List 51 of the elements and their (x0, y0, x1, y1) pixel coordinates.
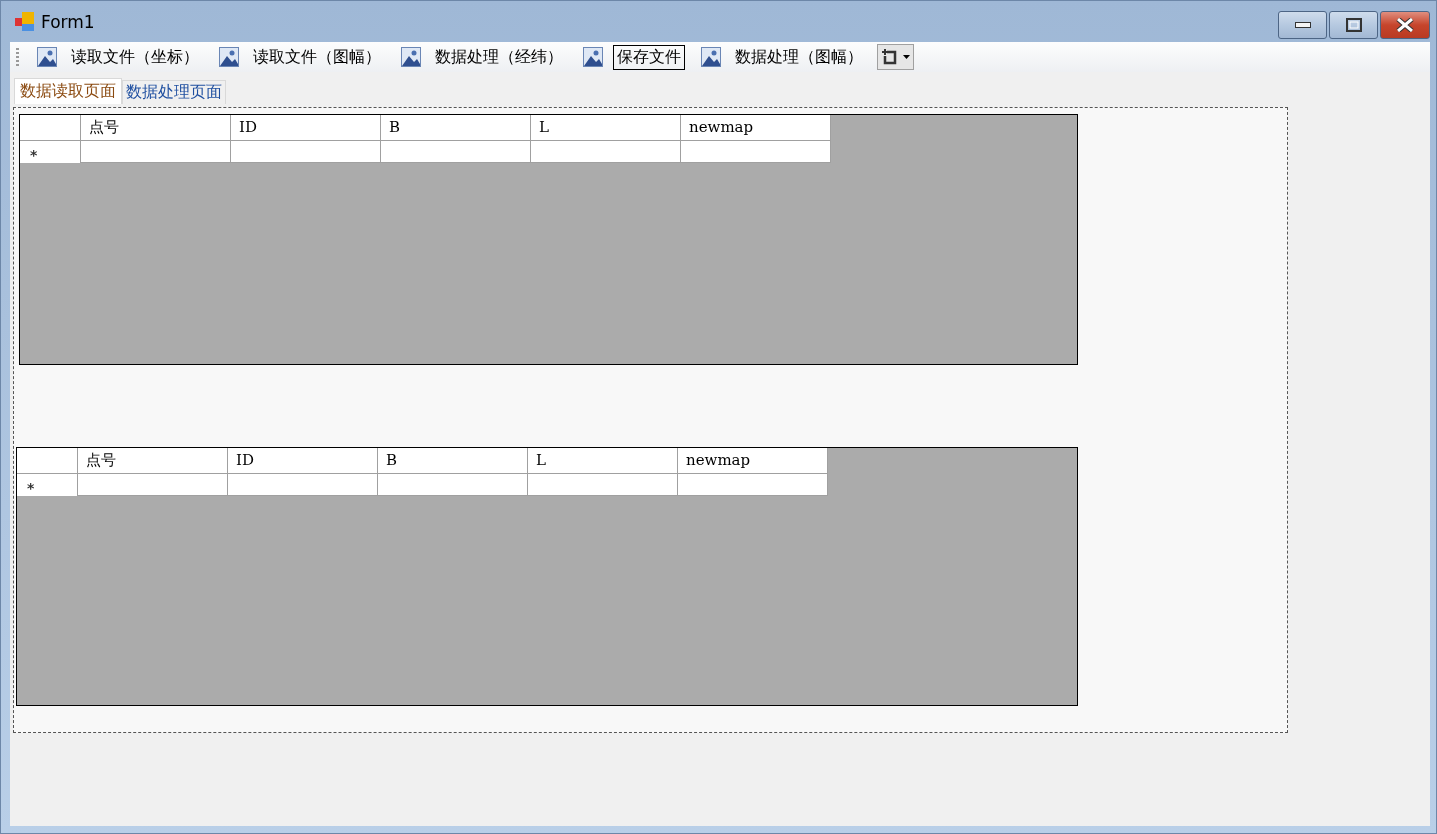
toolbar-grip[interactable] (16, 48, 19, 66)
toolbar-button-label: 读取文件（图幅） (252, 45, 382, 68)
column-header[interactable]: 点号 (81, 115, 231, 141)
minimize-button[interactable] (1278, 11, 1327, 39)
minimize-icon (1294, 22, 1311, 28)
toolbar-button[interactable]: 读取文件（坐标） (31, 44, 209, 70)
close-icon (1396, 18, 1414, 32)
grid-cell[interactable] (528, 474, 678, 496)
toolbar-button-label: 读取文件（坐标） (70, 45, 200, 68)
picture-icon (583, 47, 603, 67)
maximize-button[interactable] (1329, 11, 1378, 39)
column-header[interactable]: B (378, 448, 528, 474)
grid-cell[interactable] (231, 141, 381, 163)
toolbar-button[interactable]: 数据处理（经纬） (395, 44, 573, 70)
grid-cell[interactable] (531, 141, 681, 163)
grid-cell[interactable] (378, 474, 528, 496)
window-title: Form1 (41, 11, 95, 32)
grid-cell[interactable] (78, 474, 228, 496)
toolbar-button[interactable]: 读取文件（图幅） (213, 44, 391, 70)
picture-icon (401, 47, 421, 67)
tab[interactable]: 数据处理页面 (122, 80, 226, 104)
picture-icon (701, 47, 721, 67)
rotate-icon (881, 48, 899, 66)
toolbar-button-label: 数据处理（经纬） (434, 45, 564, 68)
grid-cell[interactable] (381, 141, 531, 163)
grid-cell[interactable] (228, 474, 378, 496)
grid-cell[interactable] (681, 141, 831, 163)
toolbar-button[interactable]: 保存文件 (577, 44, 691, 70)
maximize-icon (1345, 18, 1362, 32)
column-header[interactable]: L (531, 115, 681, 141)
caret-icon (903, 55, 910, 59)
column-header[interactable]: L (528, 448, 678, 474)
column-header[interactable]: 点号 (78, 448, 228, 474)
app-icon (15, 11, 35, 32)
column-header[interactable]: newmap (678, 448, 828, 474)
toolbar-button-label: 数据处理（图幅） (734, 45, 864, 68)
row-header: * (17, 474, 78, 496)
column-header[interactable]: ID (231, 115, 381, 141)
row-header: * (20, 141, 81, 163)
toolbar-dropdown-button[interactable] (877, 44, 914, 70)
picture-icon (37, 47, 57, 67)
grid-cell[interactable] (678, 474, 828, 496)
column-header[interactable]: newmap (681, 115, 831, 141)
close-button[interactable] (1380, 11, 1430, 39)
toolbar-button-label: 保存文件 (613, 44, 685, 70)
column-header[interactable]: ID (228, 448, 378, 474)
tab[interactable]: 数据读取页面 (14, 78, 122, 104)
picture-icon (219, 47, 239, 67)
grid-cell[interactable] (81, 141, 231, 163)
column-header[interactable]: B (381, 115, 531, 141)
toolbar-button[interactable]: 数据处理（图幅） (695, 44, 873, 70)
